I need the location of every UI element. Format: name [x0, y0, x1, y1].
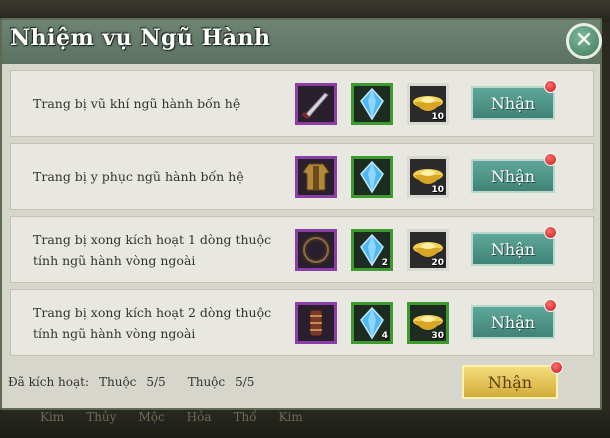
title-bar: Nhiệm vụ Ngũ Hành — [2, 20, 600, 64]
bg-tab: Kim — [40, 410, 65, 424]
close-icon: ✕ — [574, 28, 594, 53]
notification-dot — [544, 299, 557, 312]
crystal-icon — [360, 160, 384, 194]
status-label: Đã kích hoạt: — [8, 375, 89, 389]
activation-status: Đã kích hoạt: Thuộc 5/5 Thuộc 5/5 — [8, 375, 254, 389]
background-element-tabs: Kim Thủy Mộc Hỏa Thổ Kim — [40, 410, 303, 424]
status-attr-value: 5/5 — [235, 375, 255, 389]
reward-slot[interactable] — [295, 156, 337, 198]
task-description: Trang bị vũ khí ngũ hành bốn hệ — [33, 96, 241, 111]
status-attr-name: Thuộc — [187, 375, 226, 389]
task-description: Trang bị y phục ngũ hành bốn hệ — [33, 169, 244, 184]
task-row: Trang bị xong kích hoạt 1 dòng thuộc tín… — [10, 216, 594, 283]
notification-dot — [544, 153, 557, 166]
close-button[interactable]: ✕ — [566, 23, 602, 59]
bg-tab: Thổ — [233, 410, 257, 424]
reward-slot[interactable] — [295, 83, 337, 125]
task-row: Trang bị xong kích hoạt 2 dòng thuộc tín… — [10, 289, 594, 356]
claim-button[interactable]: Nhận — [471, 232, 555, 266]
claim-all-button[interactable]: Nhận — [462, 365, 558, 399]
reward-slot[interactable] — [351, 156, 393, 198]
reward-quantity: 2 — [381, 258, 388, 268]
reward-slot[interactable] — [351, 83, 393, 125]
reward-slot[interactable]: 20 — [407, 229, 449, 271]
weapon-icon — [301, 92, 329, 120]
reward-slot[interactable]: 4 — [351, 302, 393, 344]
reward-slot[interactable] — [295, 302, 337, 344]
task-row: Trang bị y phục ngũ hành bốn hệ 10 Nhận — [10, 143, 594, 210]
reward-slot[interactable]: 10 — [407, 156, 449, 198]
bg-tab: Hỏa — [186, 410, 212, 424]
bg-tab: Kim — [278, 410, 303, 424]
reward-slot[interactable]: 10 — [407, 83, 449, 125]
armor-icon — [302, 163, 330, 191]
reward-slot[interactable] — [295, 229, 337, 271]
quest-panel: Nhiệm vụ Ngũ Hành ✕ Trang bị vũ khí ngũ … — [0, 18, 602, 410]
bracer-icon — [309, 309, 323, 337]
notification-dot — [544, 80, 557, 93]
crystal-icon — [360, 87, 384, 121]
panel-title: Nhiệm vụ Ngũ Hành — [10, 25, 271, 51]
task-description: Trang bị xong kích hoạt 2 dòng thuộc tín… — [33, 304, 272, 341]
claim-button[interactable]: Nhận — [471, 305, 555, 339]
bg-tab: Mộc — [138, 410, 165, 424]
claim-button[interactable]: Nhận — [471, 159, 555, 193]
reward-quantity: 20 — [431, 258, 444, 268]
bg-tab: Thủy — [86, 410, 117, 424]
status-attr-name: Thuộc — [99, 375, 137, 389]
claim-button[interactable]: Nhận — [471, 86, 555, 120]
reward-slot[interactable]: 30 — [407, 302, 449, 344]
reward-quantity: 10 — [431, 112, 444, 122]
reward-quantity: 10 — [431, 185, 444, 195]
status-attr-value: 5/5 — [146, 375, 166, 389]
task-row: Trang bị vũ khí ngũ hành bốn hệ 10 Nhận — [10, 70, 594, 137]
ring-icon — [301, 235, 331, 265]
notification-dot — [550, 361, 563, 374]
reward-quantity: 4 — [381, 331, 388, 341]
task-description: Trang bị xong kích hoạt 1 dòng thuộc tín… — [33, 231, 272, 268]
reward-quantity: 30 — [431, 331, 444, 341]
reward-slot[interactable]: 2 — [351, 229, 393, 271]
notification-dot — [544, 226, 557, 239]
